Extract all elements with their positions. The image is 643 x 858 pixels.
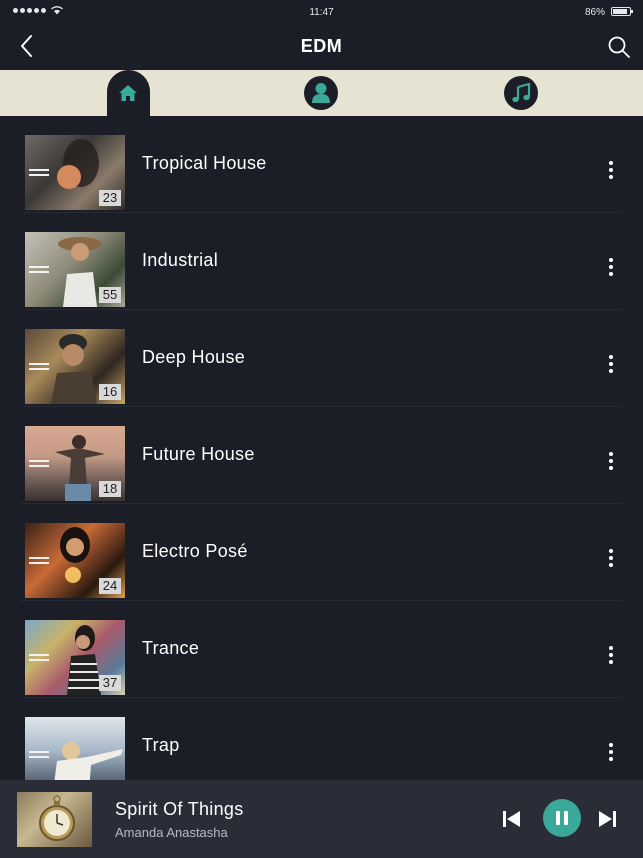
search-icon [608, 36, 630, 58]
playlist-row[interactable]: 16 Deep House [0, 310, 643, 407]
more-options-button[interactable] [604, 355, 618, 375]
track-count-badge: 16 [99, 384, 121, 400]
previous-track-button[interactable] [502, 810, 522, 828]
tab-music[interactable] [504, 76, 538, 110]
more-options-button[interactable] [604, 646, 618, 666]
playlist-row[interactable]: 55 Industrial [0, 213, 643, 310]
status-time: 11:47 [309, 7, 334, 18]
track-count-badge: 55 [99, 287, 121, 303]
pause-button[interactable] [543, 799, 581, 837]
more-options-button[interactable] [604, 549, 618, 569]
more-options-button[interactable] [604, 161, 618, 181]
drag-handle-icon[interactable] [29, 751, 49, 759]
drag-handle-icon[interactable] [29, 363, 49, 371]
playlist-row[interactable]: Trap [0, 698, 643, 780]
next-track-button[interactable] [597, 810, 617, 828]
track-count-badge: 18 [99, 481, 121, 497]
skip-previous-icon [503, 811, 520, 827]
now-playing-artwork [17, 792, 92, 847]
skip-next-icon [599, 811, 616, 827]
status-bar: 11:47 86% [0, 0, 643, 24]
more-options-button[interactable] [604, 258, 618, 278]
pause-icon [556, 811, 560, 825]
playlist-thumbnail: 23 [25, 135, 125, 210]
pocket-watch-image [39, 795, 75, 841]
drag-handle-icon[interactable] [29, 169, 49, 177]
now-playing-title: Spirit Of Things [115, 799, 244, 819]
more-options-button[interactable] [604, 743, 618, 763]
track-count-badge: 23 [99, 190, 121, 206]
search-button[interactable] [607, 35, 631, 59]
drag-handle-icon[interactable] [29, 460, 49, 468]
playlist-thumbnail: 18 [25, 426, 125, 501]
music-note-icon [512, 83, 531, 103]
now-playing-artist: Amanda Anastasha [115, 825, 228, 840]
battery-icon [611, 7, 633, 16]
drag-handle-icon[interactable] [29, 266, 49, 274]
navigation-bar: EDM [0, 24, 643, 70]
playlist-row[interactable]: 24 Electro Posé [0, 504, 643, 601]
playlist-title: Electro Posé [142, 541, 248, 561]
playlist-title: Future House [142, 444, 255, 464]
drag-handle-icon[interactable] [29, 557, 49, 565]
track-count-badge: 24 [99, 578, 121, 594]
page-title: EDM [300, 36, 343, 56]
tab-home[interactable] [111, 76, 145, 110]
playlist-title: Deep House [142, 347, 246, 367]
tab-profile[interactable] [304, 76, 338, 110]
playlist-list[interactable]: 23 Tropical House 55 Industrial 16 Deep … [0, 116, 643, 780]
playlist-row[interactable]: 37 Trance [0, 601, 643, 698]
battery-percentage: 86% [584, 7, 605, 18]
home-icon [119, 85, 137, 101]
mini-player[interactable]: Spirit Of Things Amanda Anastasha [0, 780, 643, 858]
track-count-badge: 37 [99, 675, 121, 691]
playlist-thumbnail: 37 [25, 620, 125, 695]
playlist-title: Tropical House [142, 153, 267, 173]
playlist-title: Trance [142, 638, 200, 658]
playlist-thumbnail: 24 [25, 523, 125, 598]
more-options-button[interactable] [604, 452, 618, 472]
playlist-thumbnail: 16 [25, 329, 125, 404]
profile-icon [312, 83, 330, 103]
playlist-title: Trap [142, 735, 180, 755]
playlist-thumbnail [25, 717, 125, 780]
drag-handle-icon[interactable] [29, 654, 49, 662]
playlist-row[interactable]: 23 Tropical House [0, 116, 643, 213]
playlist-title: Industrial [142, 250, 219, 270]
playlist-row[interactable]: 18 Future House [0, 407, 643, 504]
playlist-thumbnail: 55 [25, 232, 125, 307]
